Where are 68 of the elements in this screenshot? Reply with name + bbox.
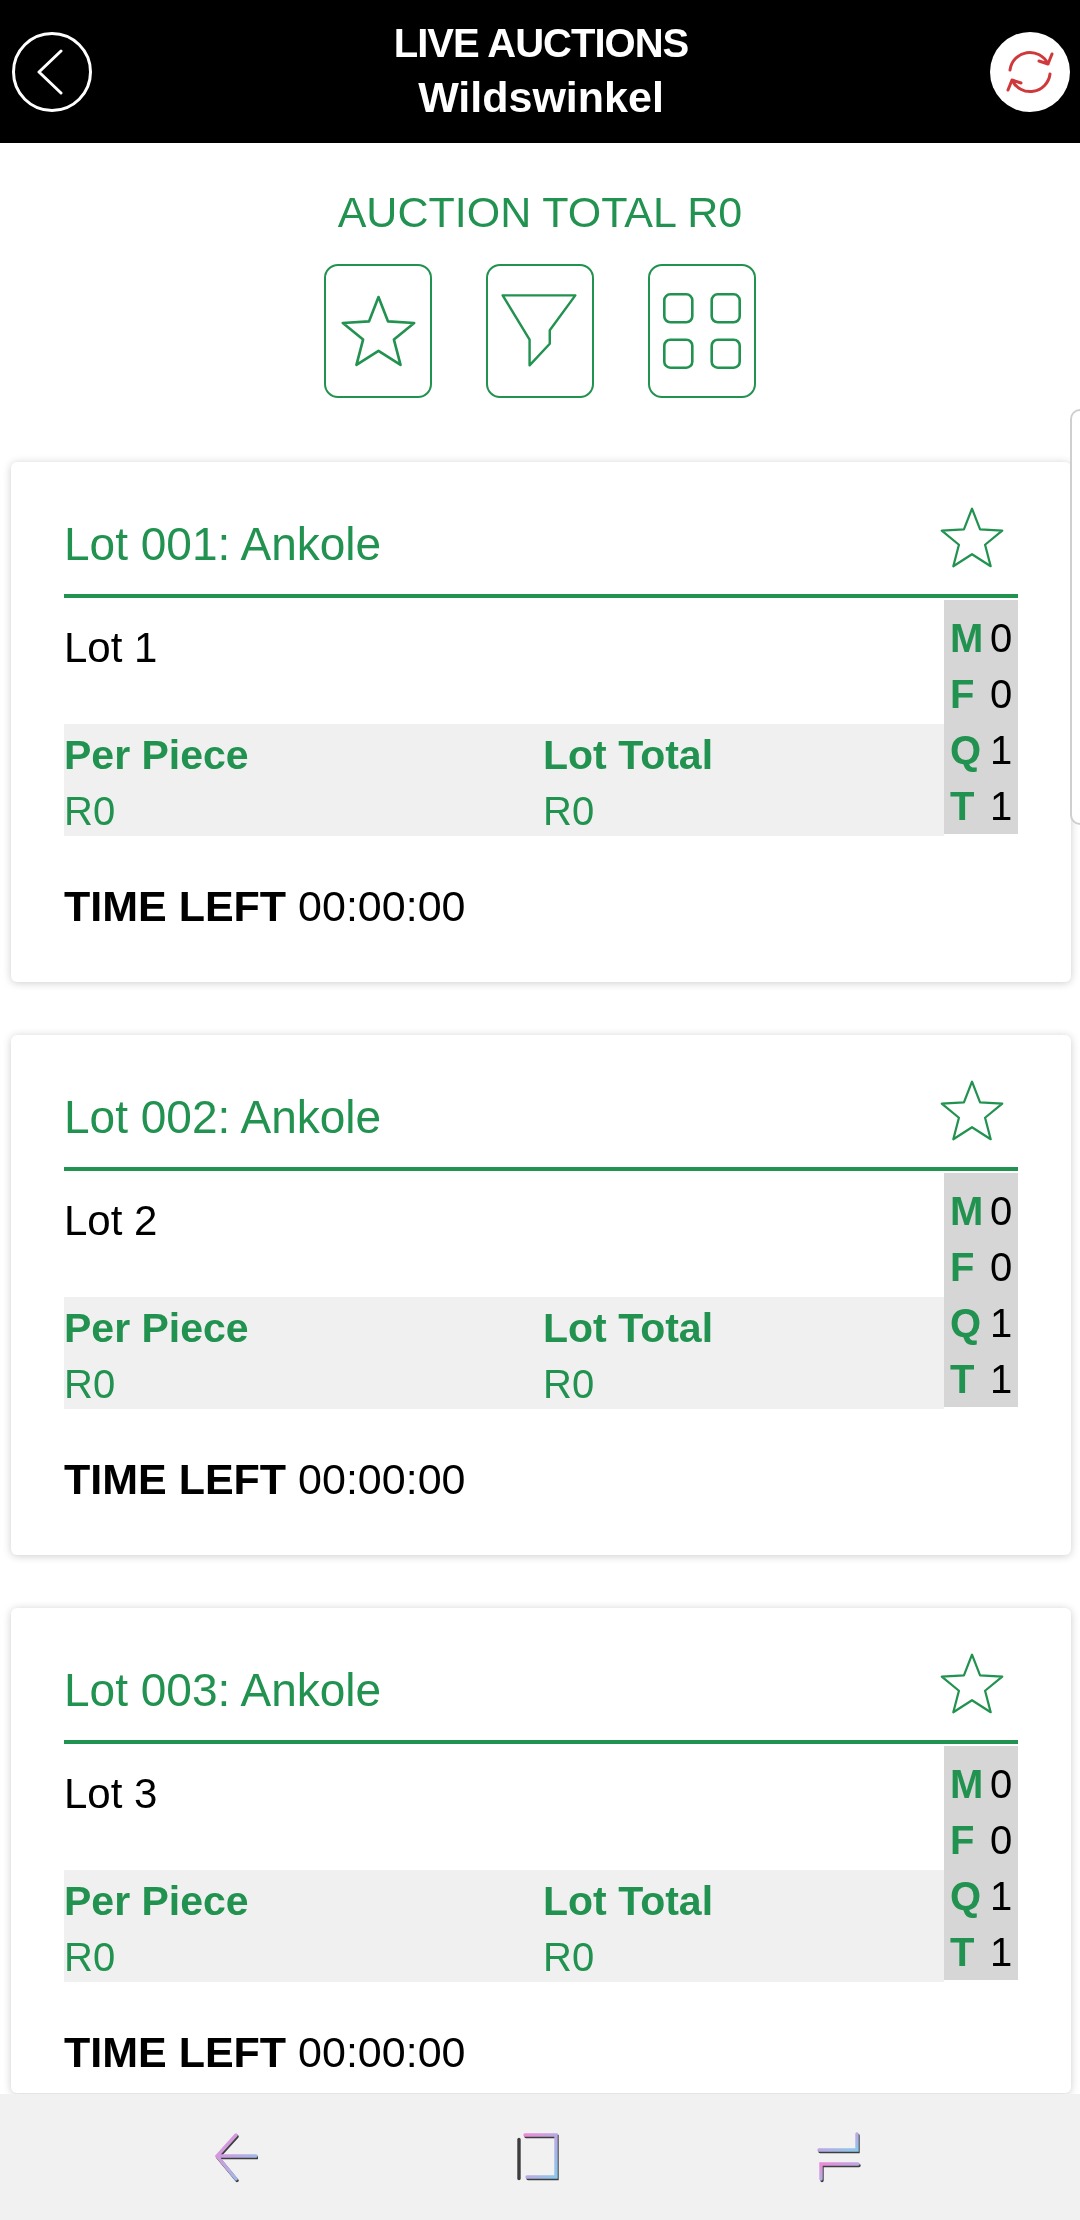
time-left-value: 00:00:00	[298, 2028, 466, 2076]
price-value: R0	[543, 788, 596, 835]
back-arrow-icon[interactable]	[212, 2131, 258, 2183]
count-label: T	[950, 1356, 976, 1403]
time-left-value: 00:00:00	[298, 882, 466, 930]
count-value: 0	[990, 615, 1013, 662]
price-label: Per Piece	[64, 1304, 250, 1353]
count-value: 1	[990, 1300, 1013, 1347]
price-value: R0	[543, 1934, 596, 1981]
lot-card[interactable]: Lot 002: Ankole Lot 2 Per Piece R0 Lot Total R0 M 0 F 0 Q 1 T 1 TIME LEFT 00:00:00	[11, 1035, 1071, 1555]
count-value: 0	[990, 1244, 1013, 1291]
lot-card[interactable]: Lot 003: Ankole Lot 3 Per Piece R0 Lot Total R0 M 0 F 0 Q 1 T 1 TIME LEFT 00:00:00	[11, 1608, 1071, 2093]
price-label: Lot Total	[543, 1877, 715, 1926]
star-icon	[339, 295, 417, 367]
edge-panel-handle[interactable]	[1070, 409, 1080, 825]
header-title: LIVE AUCTIONS	[392, 19, 690, 67]
lot-description: Lot 3	[64, 1769, 159, 1819]
time-left-value: 00:00:00	[298, 1455, 466, 1503]
price-label: Per Piece	[64, 1877, 250, 1926]
auction-total: AUCTION TOTAL R0	[336, 187, 744, 237]
count-label: Q	[950, 1300, 983, 1347]
lot-title: Lot 002: Ankole	[64, 1090, 382, 1145]
count-value: 1	[990, 1356, 1013, 1403]
favorites-button[interactable]	[324, 264, 432, 398]
count-value: 0	[990, 1817, 1013, 1864]
count-label: M	[950, 1188, 985, 1235]
lot-title: Lot 003: Ankole	[64, 1663, 382, 1718]
count-value: 1	[990, 1929, 1013, 1976]
count-label: T	[950, 1929, 976, 1976]
recent-apps-icon[interactable]	[816, 2131, 862, 2183]
count-value: 1	[990, 783, 1013, 830]
grid-icon	[663, 293, 741, 369]
header-subtitle: Wildswinkel	[417, 71, 665, 123]
count-value: 0	[990, 1188, 1013, 1235]
count-label: M	[950, 1761, 985, 1808]
count-label: M	[950, 615, 985, 662]
lot-title: Lot 001: Ankole	[64, 517, 382, 572]
price-value: R0	[64, 1361, 117, 1408]
filter-icon	[501, 294, 577, 368]
price-value: R0	[543, 1361, 596, 1408]
lot-description: Lot 1	[64, 623, 159, 673]
time-left-label: TIME LEFT	[64, 2028, 287, 2076]
count-value: 0	[990, 1761, 1013, 1808]
count-value: 0	[990, 671, 1013, 718]
time-left-label: TIME LEFT	[64, 1455, 287, 1503]
price-value: R0	[64, 788, 117, 835]
lot-card[interactable]: Lot 001: Ankole Lot 1 Per Piece R0 Lot Total R0 M 0 F 0 Q 1 T 1 TIME LEFT 00:00:00	[11, 462, 1071, 982]
count-label: Q	[950, 727, 983, 774]
price-label: Lot Total	[543, 731, 715, 780]
count-label: Q	[950, 1873, 983, 1920]
count-label: F	[950, 1817, 976, 1864]
back-button[interactable]	[12, 31, 92, 112]
lot-description: Lot 2	[64, 1196, 159, 1246]
count-value: 1	[990, 1873, 1013, 1920]
count-label: T	[950, 783, 976, 830]
price-value: R0	[64, 1934, 117, 1981]
filter-button[interactable]	[486, 264, 594, 398]
price-label: Lot Total	[543, 1304, 715, 1353]
star-icon[interactable]	[940, 1080, 1004, 1141]
count-label: F	[950, 671, 976, 718]
time-left-label: TIME LEFT	[64, 882, 287, 930]
star-icon[interactable]	[940, 507, 1004, 568]
count-label: F	[950, 1244, 976, 1291]
chevron-left-icon	[36, 48, 64, 95]
price-label: Per Piece	[64, 731, 250, 780]
count-value: 1	[990, 727, 1013, 774]
star-icon[interactable]	[940, 1653, 1004, 1714]
grid-view-button[interactable]	[648, 264, 756, 398]
